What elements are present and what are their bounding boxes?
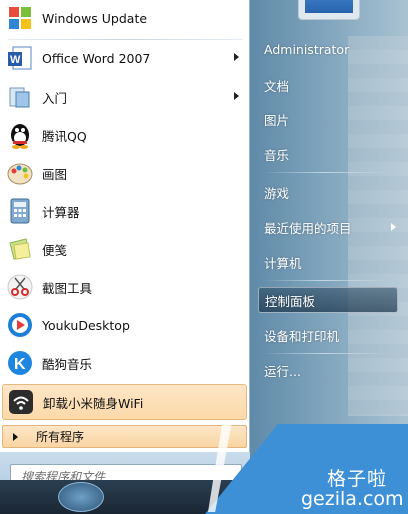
start-orb-button[interactable] [58, 482, 104, 512]
paint-palette-icon [4, 157, 36, 189]
program-qq[interactable]: 腾讯QQ [2, 117, 247, 153]
program-label: Office Word 2007 [42, 50, 151, 66]
menu-games[interactable]: 游戏 [258, 179, 398, 205]
menu-recent-items-label: 最近使用的项目 [264, 220, 352, 236]
watermark-cn: 格子啦 [327, 468, 388, 490]
program-office-word[interactable]: W Office Word 2007 [2, 40, 247, 76]
program-label: 计算器 [42, 204, 80, 220]
monitor-icon [305, 0, 353, 13]
divider [8, 39, 243, 40]
menu-user-folder[interactable]: Administrator [258, 36, 398, 62]
submenu-arrow-icon [391, 223, 396, 231]
menu-pictures[interactable]: 图片 [258, 106, 398, 132]
wifi-icon [5, 386, 37, 418]
sticky-notes-icon [4, 233, 36, 265]
menu-documents[interactable]: 文档 [258, 72, 398, 98]
program-label: 便笺 [42, 242, 68, 258]
divider [262, 172, 388, 173]
qq-penguin-icon [4, 119, 36, 151]
program-calculator[interactable]: 计算器 [2, 193, 247, 229]
program-label: 入门 [42, 90, 68, 106]
program-label: 画图 [42, 166, 68, 182]
program-windows-update[interactable]: Windows Update [2, 0, 247, 36]
user-picture[interactable] [298, 0, 360, 20]
all-programs-label: 所有程序 [36, 430, 85, 444]
program-label: 酷狗音乐 [42, 356, 93, 372]
program-paint[interactable]: 画图 [2, 155, 247, 191]
menu-run[interactable]: 运行... [258, 357, 398, 383]
svg-text:K: K [14, 356, 26, 373]
start-menu-programs-pane: Windows Update W Office Word 2007 入门 腾讯Q… [0, 0, 250, 452]
getting-started-icon [4, 81, 36, 113]
program-label: 腾讯QQ [42, 128, 87, 144]
windows-update-icon [4, 2, 36, 34]
kugou-icon: K [4, 347, 36, 379]
program-xiaomi-wifi-uninstall[interactable]: 卸载小米随身WiFi [2, 384, 247, 420]
all-programs-button[interactable]: 所有程序 [2, 425, 247, 448]
word-icon: W [4, 42, 36, 74]
menu-computer[interactable]: 计算机 [258, 249, 398, 275]
program-youku[interactable]: YoukuDesktop [2, 307, 247, 343]
program-getting-started[interactable]: 入门 [2, 79, 247, 115]
menu-devices-printers[interactable]: 设备和打印机 [258, 322, 398, 348]
program-sticky-notes[interactable]: 便笺 [2, 231, 247, 267]
submenu-arrow-icon [234, 53, 239, 61]
expand-arrow-icon [13, 432, 18, 441]
menu-recent-items[interactable]: 最近使用的项目 [258, 214, 398, 240]
svg-text:W: W [10, 54, 21, 66]
calculator-icon [4, 195, 36, 227]
submenu-arrow-icon [234, 92, 239, 100]
program-label: Windows Update [42, 10, 148, 26]
program-label: 截图工具 [42, 280, 93, 296]
watermark-url: gezila.com [301, 488, 404, 510]
menu-music[interactable]: 音乐 [258, 141, 398, 167]
scissors-icon [4, 271, 36, 303]
program-snipping-tool[interactable]: 截图工具 [2, 269, 247, 305]
program-label: 卸载小米随身WiFi [43, 395, 144, 411]
program-label: YoukuDesktop [42, 317, 130, 333]
youku-play-icon [4, 309, 36, 341]
program-kugou[interactable]: K 酷狗音乐 [2, 345, 247, 381]
divider [262, 353, 388, 354]
menu-control-panel[interactable]: 控制面板 [258, 287, 398, 313]
divider [262, 280, 388, 281]
